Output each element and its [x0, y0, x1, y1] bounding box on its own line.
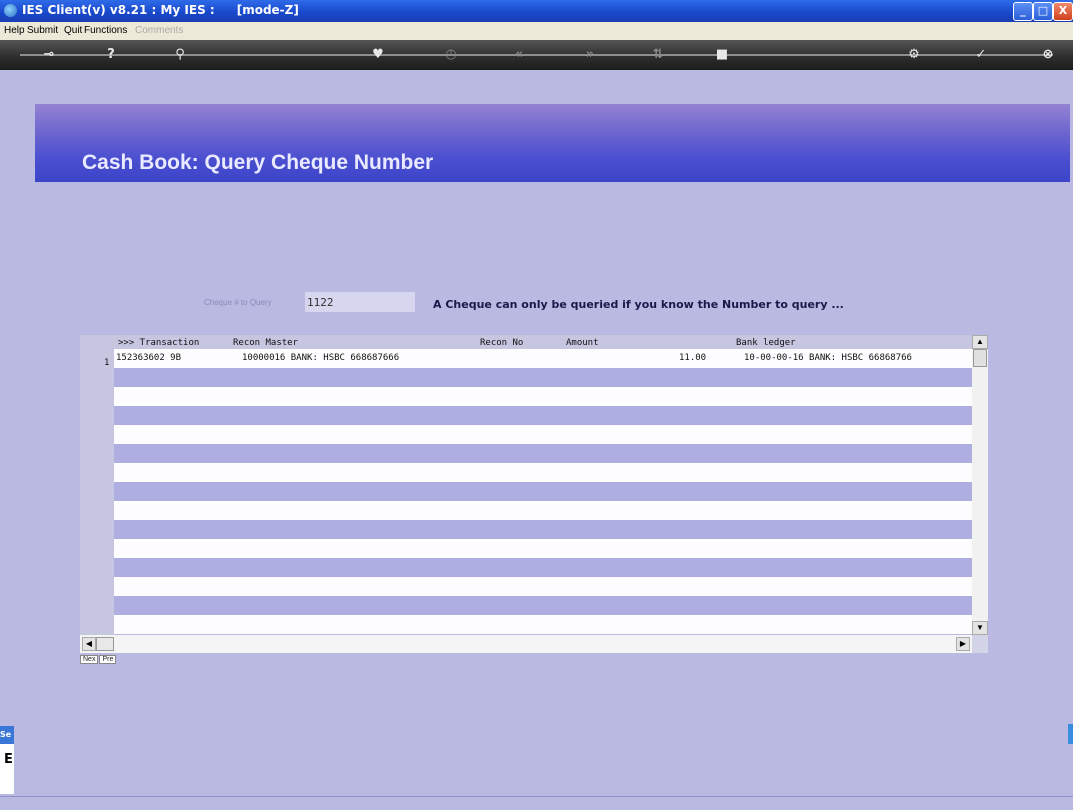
title-bar: IES Client(v) v8.21 : My IES : [mode-Z] _… [0, 0, 1073, 22]
scroll-down-icon[interactable]: ▼ [972, 621, 988, 635]
gear-icon[interactable]: ⚙ [906, 47, 922, 63]
grid-header: >>> Transaction Recon Master Recon No Am… [114, 335, 972, 349]
side-panel-tab[interactable]: Se E [0, 726, 14, 794]
maximize-button[interactable]: □ [1033, 2, 1053, 21]
table-row[interactable] [114, 387, 972, 406]
check-icon[interactable]: ✓ [973, 47, 989, 63]
table-row[interactable] [114, 520, 972, 539]
cell-amount: 11.00 [679, 353, 707, 363]
heart-icon[interactable]: ♥ [370, 47, 386, 63]
minimize-button[interactable]: _ [1013, 2, 1033, 21]
table-row[interactable] [114, 368, 972, 387]
prev-page-button[interactable]: Pre [99, 655, 117, 664]
row-gutter [80, 335, 114, 635]
table-row[interactable] [114, 444, 972, 463]
table-row[interactable] [114, 596, 972, 615]
search-icon[interactable]: ⚲ [172, 47, 188, 63]
query-hint: A Cheque can only be queried if you know… [433, 298, 844, 311]
horizontal-scroll-thumb[interactable] [96, 637, 114, 651]
next-page-button[interactable]: Nex [80, 655, 99, 664]
key-icon[interactable]: ⊸ [35, 47, 63, 63]
col-recon-master[interactable]: Recon Master [233, 338, 298, 348]
cell-recon-master: 10000016 BANK: HSBC 668687666 [242, 353, 400, 363]
close-window-button[interactable]: X [1053, 2, 1073, 21]
table-row[interactable] [114, 577, 972, 596]
table-row[interactable]: 152363602 9B 10000016 BANK: HSBC 6686876… [114, 349, 972, 368]
table-row[interactable] [114, 482, 972, 501]
table-row[interactable] [114, 501, 972, 520]
window-title: IES Client(v) v8.21 : My IES : [mode-Z] [22, 3, 299, 17]
window-mode: [mode-Z] [236, 3, 299, 17]
col-recon-no[interactable]: Recon No [480, 338, 523, 348]
col-bank-ledger[interactable]: Bank ledger [736, 338, 796, 348]
close-icon[interactable]: ⊗ [1040, 47, 1056, 63]
toolbar: ⊸ ? ⚲ ♥ ◷ « » ⇅ ■ ⚙ ✓ ⊗ [0, 40, 1073, 70]
cheque-query-label: Cheque # to Query [204, 298, 272, 307]
table-row[interactable] [114, 463, 972, 482]
page-header: Cash Book: Query Cheque Number [35, 104, 1070, 182]
results-grid: 1 >>> Transaction Recon Master Recon No … [80, 335, 988, 655]
table-row[interactable] [114, 539, 972, 558]
app-icon [4, 4, 17, 17]
menu-bar: Help Submit Quit Functions Comments [0, 22, 1073, 40]
scroll-left-icon[interactable]: ◀ [82, 637, 96, 651]
table-row[interactable] [114, 615, 972, 634]
side-panel-glyph: E [4, 752, 13, 767]
clock-icon[interactable]: ◷ [443, 47, 459, 63]
rewind-icon[interactable]: « [511, 47, 527, 63]
grid-rows: 152363602 9B 10000016 BANK: HSBC 6686876… [114, 349, 972, 635]
menu-help[interactable]: Help [4, 25, 25, 36]
table-row[interactable] [114, 558, 972, 577]
cell-transaction: 152363602 9B [116, 353, 182, 363]
scroll-corner [972, 635, 988, 653]
page-title: Cash Book: Query Cheque Number [82, 151, 434, 174]
forward-icon[interactable]: » [582, 47, 598, 63]
horizontal-scrollbar[interactable]: ◀ ▶ [80, 635, 972, 653]
grid-nav: Nex Pre [80, 655, 117, 668]
vertical-scroll-thumb[interactable] [973, 349, 987, 367]
cell-bank-ledger: 10-00-00-16 BANK: HSBC 66868766 [744, 353, 912, 363]
stop-icon[interactable]: ■ [714, 47, 730, 63]
right-edge-marker [1068, 724, 1073, 744]
menu-quit[interactable]: Quit [64, 25, 82, 36]
col-transaction[interactable]: >>> Transaction [118, 338, 199, 348]
cheque-number-input[interactable] [305, 292, 415, 312]
scroll-right-icon[interactable]: ▶ [956, 637, 970, 651]
help-icon[interactable]: ? [103, 47, 119, 63]
menu-functions[interactable]: Functions [84, 25, 127, 36]
row-number: 1 [104, 358, 110, 368]
side-panel-caption: Se [0, 726, 14, 744]
sort-icon[interactable]: ⇅ [650, 47, 666, 63]
menu-comments: Comments [135, 25, 184, 36]
vertical-scrollbar[interactable]: ▲ ▼ [972, 335, 988, 635]
table-row[interactable] [114, 406, 972, 425]
scroll-up-icon[interactable]: ▲ [972, 335, 988, 349]
col-amount[interactable]: Amount [566, 338, 599, 348]
menu-submit[interactable]: Submit [27, 25, 58, 36]
table-row[interactable] [114, 425, 972, 444]
status-strip [0, 796, 1073, 810]
